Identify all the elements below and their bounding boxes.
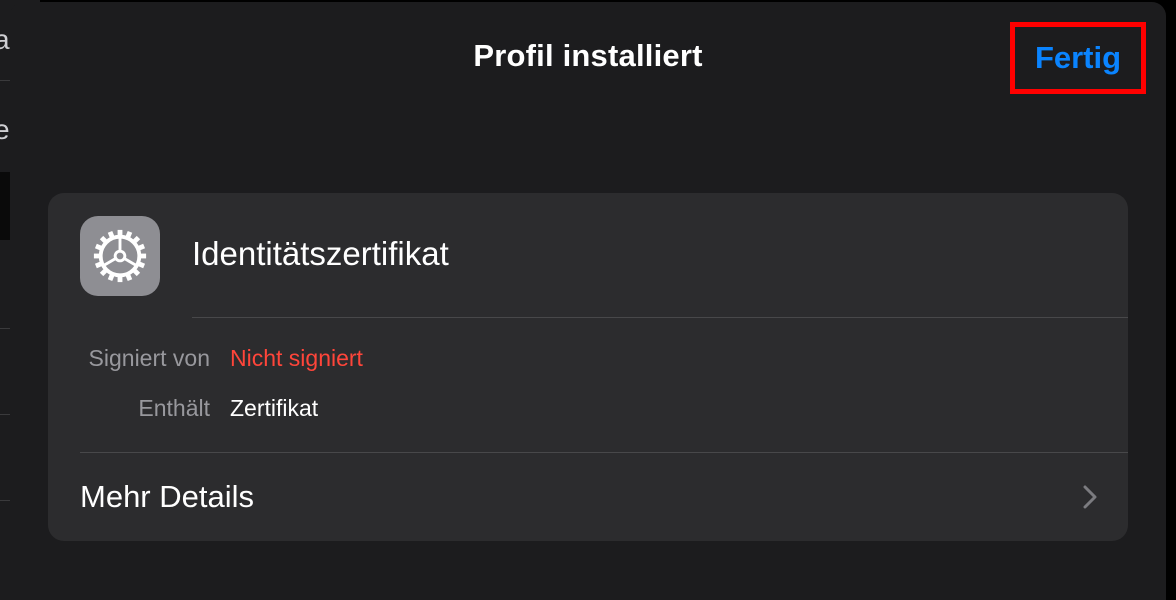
gear-icon: [93, 229, 147, 283]
more-details-row[interactable]: Mehr Details: [48, 453, 1128, 541]
signed-by-value: Nicht signiert: [230, 345, 363, 371]
profile-installed-sheet: Profil installiert Fertig Identitätszert…: [10, 2, 1166, 600]
divider: [192, 317, 1128, 318]
contains-label: Enthält: [138, 395, 210, 421]
background-text-fragment: a: [0, 24, 10, 55]
done-button-highlight: Fertig: [1010, 22, 1146, 94]
profile-name: Identitätszertifikat: [192, 235, 449, 272]
profile-card: Identitätszertifikat Signiert von Nicht …: [48, 193, 1128, 541]
done-button[interactable]: Fertig: [1035, 40, 1121, 76]
chevron-right-icon: [1083, 485, 1097, 509]
screen: a e Profil installiert Fertig Identitäts…: [0, 0, 1176, 600]
contains-value: Zertifikat: [230, 395, 319, 421]
more-details-label: Mehr Details: [80, 479, 254, 514]
settings-gear-icon: [80, 216, 160, 296]
page-title: Profil installiert: [473, 38, 703, 73]
background-text-fragment: e: [0, 114, 10, 145]
signed-by-label: Signiert von: [88, 345, 210, 371]
